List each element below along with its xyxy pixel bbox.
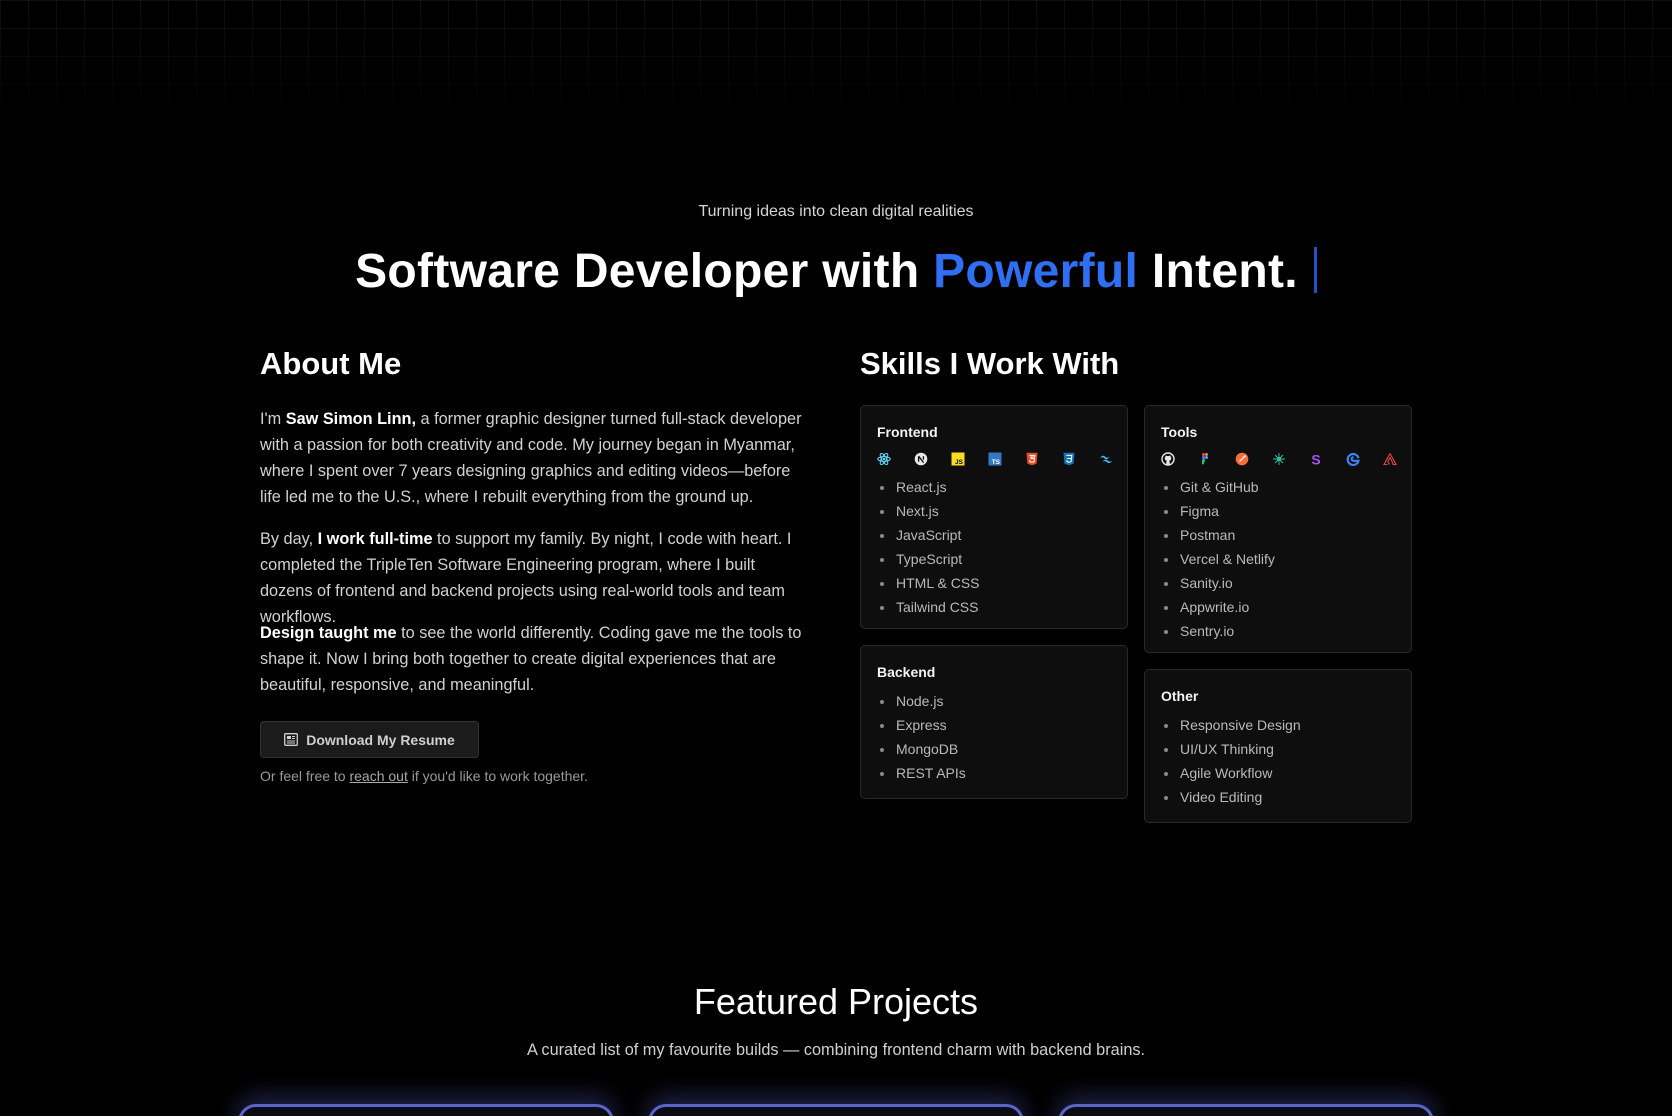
- list-item: Express: [877, 713, 966, 737]
- list-item: HTML & CSS: [877, 571, 980, 595]
- list-item: Git & GitHub: [1161, 475, 1275, 499]
- typescript-icon: TS: [988, 452, 1002, 466]
- html5-icon: [1025, 452, 1039, 466]
- about-p1-pre: I'm: [260, 410, 286, 428]
- list-item: Figma: [1161, 499, 1275, 523]
- frontend-list: React.js Next.js JavaScript TypeScript H…: [877, 475, 980, 619]
- github-icon: [1161, 452, 1175, 466]
- about-p2-bold: I work full-time: [317, 530, 433, 548]
- vercel-netlify-icon: [1272, 452, 1286, 466]
- hero-title-part1: Software Developer with: [355, 245, 934, 298]
- sentry-icon: [1383, 452, 1397, 466]
- list-item: Agile Workflow: [1161, 761, 1301, 785]
- about-paragraph-3: Design taught me to see the world differ…: [260, 620, 810, 698]
- list-item: React.js: [877, 475, 980, 499]
- about-p1-name: Saw Simon Linn,: [285, 410, 416, 428]
- skill-card-title: Frontend: [877, 424, 938, 440]
- skill-card-frontend: Frontend JS TS React.js Next.js JavaScri…: [860, 405, 1128, 629]
- list-item: Video Editing: [1161, 785, 1301, 809]
- skill-card-backend: Backend Node.js Express MongoDB REST API…: [860, 645, 1128, 799]
- about-paragraph-1: I'm Saw Simon Linn, a former graphic des…: [260, 406, 810, 510]
- list-item: Tailwind CSS: [877, 595, 980, 619]
- list-item: UI/UX Thinking: [1161, 737, 1301, 761]
- tools-list: Git & GitHub Figma Postman Vercel & Netl…: [1161, 475, 1275, 643]
- about-paragraph-2: By day, I work full-time to support my f…: [260, 526, 810, 630]
- reach-pre: Or feel free to: [260, 768, 350, 784]
- list-item: Appwrite.io: [1161, 595, 1275, 619]
- list-item: Sanity.io: [1161, 571, 1275, 595]
- frontend-icons: JS TS: [877, 452, 1113, 466]
- skill-card-title: Tools: [1161, 424, 1198, 440]
- hero-title-accent: Powerful: [933, 245, 1139, 298]
- javascript-icon: JS: [951, 452, 965, 466]
- hero-title-part2: Intent.: [1138, 245, 1298, 298]
- list-item: Sentry.io: [1161, 619, 1275, 643]
- hero-title: Software Developer with Powerful Intent.: [0, 240, 1672, 304]
- about-section: About Me I'm Saw Simon Linn, a former gr…: [260, 344, 810, 694]
- postman-icon: [1235, 452, 1249, 466]
- tailwind-icon: [1099, 452, 1113, 466]
- list-item: Responsive Design: [1161, 713, 1301, 737]
- portfolio-page: Turning ideas into clean digital realiti…: [0, 0, 1672, 1116]
- skill-card-title: Other: [1161, 688, 1199, 704]
- svg-text:S: S: [1311, 452, 1320, 466]
- document-icon: [284, 733, 299, 746]
- svg-text:JS: JS: [955, 459, 964, 466]
- list-item: Next.js: [877, 499, 980, 523]
- css3-icon: [1062, 452, 1076, 466]
- list-item: MongoDB: [877, 737, 966, 761]
- list-item: Node.js: [877, 689, 966, 713]
- list-item: Postman: [1161, 523, 1275, 547]
- list-item: JavaScript: [877, 523, 980, 547]
- appwrite-icon: [1346, 452, 1360, 467]
- download-resume-label: Download My Resume: [306, 731, 455, 748]
- featured-projects-heading: Featured Projects: [693, 981, 979, 1022]
- reach-out-note: Or feel free to reach out if you'd like …: [260, 768, 588, 784]
- svg-text:TS: TS: [992, 459, 1001, 466]
- tools-icons: S: [1161, 452, 1397, 468]
- project-card[interactable]: [238, 1104, 614, 1116]
- project-card[interactable]: [1058, 1104, 1434, 1116]
- react-icon: [877, 452, 891, 466]
- hero-subtitle: Turning ideas into clean digital realiti…: [698, 203, 974, 220]
- about-p2-pre: By day,: [260, 530, 318, 548]
- grid-background: [0, 0, 1672, 110]
- other-list: Responsive Design UI/UX Thinking Agile W…: [1161, 713, 1301, 809]
- skills-heading: Skills I Work With: [860, 346, 1120, 381]
- reach-post: if you'd like to work together.: [407, 768, 588, 784]
- backend-list: Node.js Express MongoDB REST APIs: [877, 689, 966, 785]
- sanity-icon: S: [1309, 452, 1323, 468]
- list-item: Vercel & Netlify: [1161, 547, 1275, 571]
- list-item: TypeScript: [877, 547, 980, 571]
- skill-card-other: Other Responsive Design UI/UX Thinking A…: [1144, 669, 1412, 823]
- list-item: REST APIs: [877, 761, 966, 785]
- figma-icon: [1198, 452, 1212, 466]
- typing-cursor: [1313, 247, 1317, 293]
- reach-out-link[interactable]: reach out: [349, 768, 407, 784]
- about-heading: About Me: [260, 346, 402, 381]
- project-card[interactable]: [648, 1104, 1024, 1116]
- download-resume-button[interactable]: Download My Resume: [260, 721, 479, 758]
- skill-card-tools: Tools S Git & GitHub Figma Postman Verce…: [1144, 405, 1412, 653]
- nextjs-icon: [914, 452, 928, 466]
- skill-card-title: Backend: [877, 664, 936, 680]
- about-p3-bold: Design taught me: [260, 624, 397, 642]
- featured-projects-subtitle: A curated list of my favourite builds — …: [526, 1041, 1146, 1059]
